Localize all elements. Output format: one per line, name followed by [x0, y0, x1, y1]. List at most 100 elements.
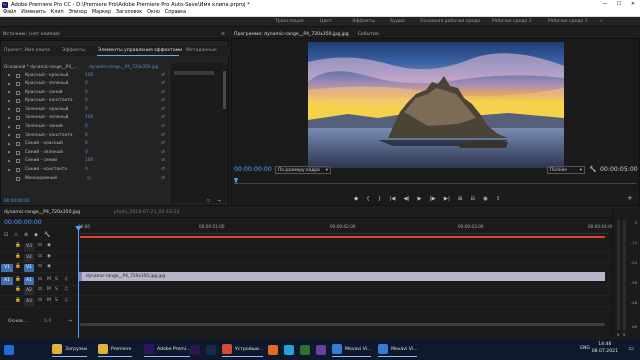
go-to-end-icon[interactable]: ⇥ — [68, 319, 72, 324]
mute-button[interactable]: M — [47, 287, 51, 292]
tab-events[interactable]: События — [358, 32, 379, 37]
tab-program[interactable]: Программа: dynamic-range__P4_720x350.jpg… — [234, 32, 349, 37]
workspace-audio[interactable]: Аудио — [390, 19, 405, 24]
taskbar-item[interactable] — [284, 342, 294, 357]
stopwatch-toggle-icon[interactable] — [16, 73, 20, 78]
eye-icon[interactable]: ◉ — [47, 243, 51, 248]
linked-selection-icon[interactable]: ⊕ — [24, 232, 28, 238]
track-source-target[interactable] — [1, 298, 13, 306]
taskbar-item[interactable]: Movavi Vi... — [332, 342, 372, 357]
lock-icon[interactable]: 🔒 — [15, 277, 21, 282]
export-frame-icon[interactable]: ◉ — [483, 196, 488, 202]
timeline-scroll-thumb[interactable] — [80, 323, 605, 326]
reset-icon[interactable]: ↺ — [161, 133, 165, 138]
microphone-icon[interactable]: ♫ — [64, 277, 68, 282]
reset-icon[interactable]: ↺ — [161, 150, 165, 155]
track-source-target[interactable] — [1, 287, 13, 295]
wrench-icon[interactable]: 🔧 — [589, 166, 596, 173]
master-volume-value[interactable]: 0,0 — [44, 319, 51, 324]
effect-keyframe-area[interactable] — [169, 63, 228, 203]
track-source-target[interactable]: A1 — [1, 276, 13, 285]
stopwatch-toggle-icon[interactable] — [16, 116, 20, 121]
track-target-toggle[interactable]: V2 — [24, 253, 34, 262]
effect-param-row[interactable]: ▶ Зеленый - синий 0 ↺ — [2, 124, 170, 133]
tab-project[interactable]: Проект: Имя клипа — [4, 48, 50, 53]
workspace-broadcast[interactable]: Трансляция — [275, 19, 304, 24]
stopwatch-toggle-icon[interactable] — [16, 90, 20, 95]
program-video-frame[interactable] — [308, 42, 564, 168]
stopwatch-toggle-icon[interactable] — [16, 168, 20, 173]
eye-icon[interactable]: ◉ — [47, 264, 51, 269]
track-target-toggle[interactable]: A2 — [24, 287, 34, 295]
master-clip-label[interactable]: Основной * dynamic-range__P4_... — [4, 64, 77, 69]
reset-icon[interactable]: ↺ — [161, 124, 165, 129]
microphone-icon[interactable]: ♫ — [64, 287, 68, 292]
lock-icon[interactable]: 🔒 — [15, 254, 21, 259]
close-button[interactable]: ✕ — [626, 0, 640, 9]
effect-param-row[interactable]: ▶ Синий - зеленый 0 ↺ — [2, 149, 170, 158]
effect-param-value[interactable]: 0 — [85, 107, 88, 112]
taskbar-item[interactable] — [268, 342, 278, 357]
effect-param-value[interactable]: 0 — [85, 98, 88, 103]
taskbar-item[interactable] — [36, 342, 46, 357]
expand-triangle-icon[interactable]: ▶ — [8, 82, 11, 86]
effect-param-row[interactable]: ▶ Красный - синий 0 ↺ — [2, 89, 170, 98]
track-source-target[interactable] — [1, 254, 13, 262]
quality-select[interactable]: Полное ▾ — [547, 166, 585, 174]
lock-icon[interactable]: ⊡ — [38, 277, 42, 282]
reset-icon[interactable]: ↺ — [161, 81, 165, 86]
reset-icon[interactable]: ↺ — [161, 98, 165, 103]
menu-window[interactable]: Окно — [147, 10, 160, 15]
expand-triangle-icon[interactable]: ▶ — [8, 133, 11, 137]
stopwatch-toggle-icon[interactable] — [16, 142, 20, 147]
taskbar-item[interactable] — [20, 342, 30, 357]
menu-edit[interactable]: Изменить — [21, 10, 46, 15]
effect-scrollbar[interactable] — [223, 71, 226, 109]
effect-param-value[interactable]: 0 — [85, 167, 88, 172]
tab-effects[interactable]: Эффекты — [62, 48, 85, 53]
expand-triangle-icon[interactable]: ▶ — [8, 90, 11, 94]
track-target-toggle[interactable]: V1 — [24, 264, 34, 272]
reset-icon[interactable]: ↺ — [161, 115, 165, 120]
extract-icon[interactable]: ⊟ — [470, 196, 475, 202]
effect-param-row[interactable]: ▶ Красный - константа 0 ↺ — [2, 98, 170, 107]
stopwatch-toggle-icon[interactable] — [16, 107, 20, 112]
lock-icon[interactable]: 🔒 — [15, 287, 21, 292]
taskbar-item[interactable] — [190, 342, 200, 357]
effect-param-value[interactable]: 0 — [85, 90, 88, 95]
workspace-effects[interactable]: Эффекты — [352, 19, 375, 24]
menu-title[interactable]: Заголовок — [116, 10, 142, 15]
mark-in-icon[interactable]: { — [366, 196, 370, 202]
taskbar-item[interactable] — [300, 342, 310, 357]
snap-icon[interactable]: ∩ — [14, 232, 18, 238]
tab-source[interactable]: Источник: (нет клипов) — [3, 32, 60, 37]
effect-param-value[interactable]: 100 — [85, 115, 93, 120]
taskbar-item[interactable]: Загрузки — [52, 342, 88, 357]
system-clock[interactable]: 14:46 08.07.2021 — [592, 342, 618, 355]
export-icon[interactable]: ⇥ — [217, 198, 221, 203]
more-workspaces-icon[interactable]: » — [600, 19, 603, 24]
effect-param-value[interactable]: 0 — [85, 141, 88, 146]
mute-button[interactable]: M — [47, 298, 51, 303]
panel-menu-icon[interactable]: ≡ — [221, 32, 225, 37]
checkbox[interactable] — [87, 176, 91, 181]
clip-name-link[interactable]: dynamic-range__P4_720x350.jpg — [89, 64, 158, 69]
wrench-icon[interactable]: 🔧 — [44, 232, 50, 238]
taskbar-item[interactable]: Устройши... — [222, 342, 264, 357]
add-marker-icon[interactable]: ◆ — [354, 196, 358, 202]
mark-out-icon[interactable]: } — [378, 196, 382, 202]
effect-param-row[interactable]: ▶ Зеленый - красный 0 ↺ — [2, 106, 170, 115]
expand-triangle-icon[interactable]: ▶ — [8, 150, 11, 154]
effect-param-row[interactable]: Монохромный ↺ — [2, 175, 170, 184]
program-ruler[interactable] — [234, 178, 636, 184]
timeline-scrollbar[interactable] — [80, 322, 605, 327]
expand-triangle-icon[interactable]: ▶ — [8, 99, 11, 103]
fit-select[interactable]: По размеру кадра ▾ — [275, 166, 331, 174]
stopwatch-toggle-icon[interactable] — [16, 159, 20, 164]
track-source-target[interactable] — [1, 243, 13, 251]
reset-icon[interactable]: ↺ — [161, 167, 165, 172]
add-marker-icon[interactable]: ◆ — [34, 232, 38, 238]
lock-icon[interactable]: 🔒 — [15, 298, 21, 303]
taskbar-item[interactable] — [206, 342, 216, 357]
stopwatch-toggle-icon[interactable] — [16, 99, 20, 104]
